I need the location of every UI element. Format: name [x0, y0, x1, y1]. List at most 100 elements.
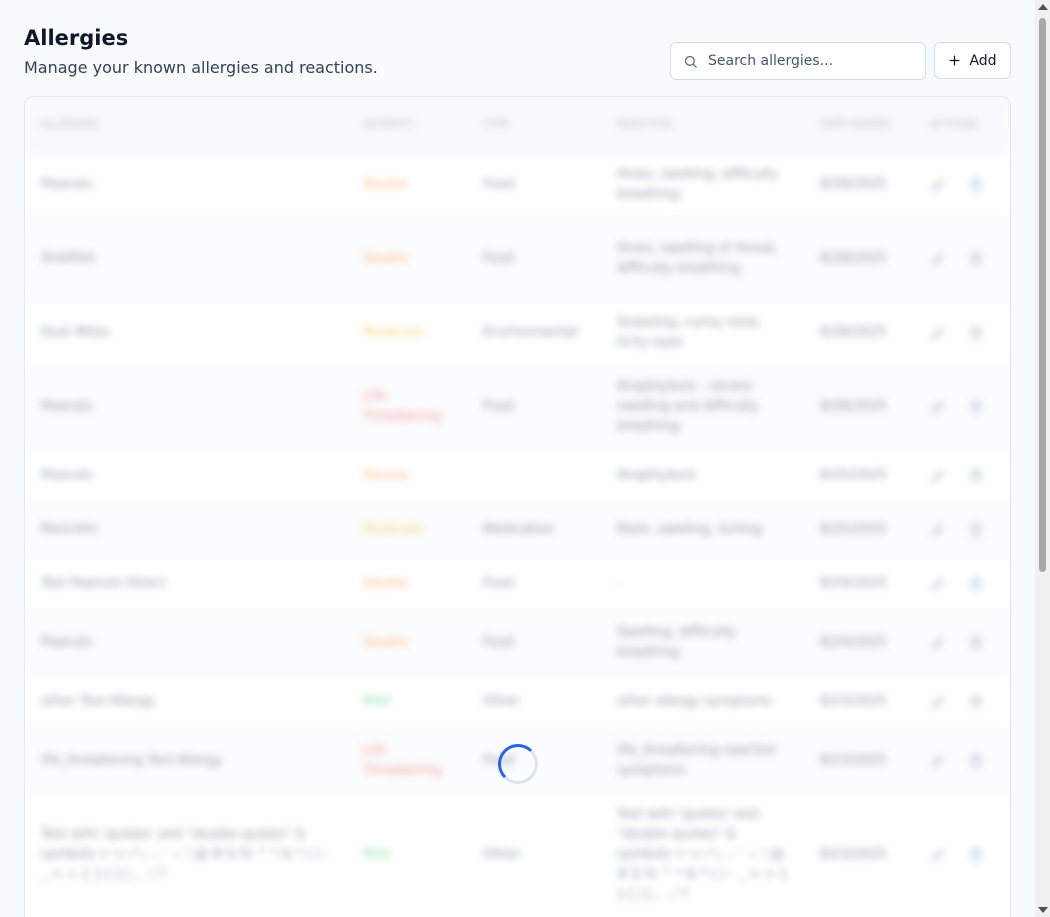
- severity-cell: Severe: [363, 635, 408, 650]
- edit-pencil-icon[interactable]: [930, 399, 946, 415]
- column-header-reaction: Reaction: [601, 97, 804, 153]
- actions-cell: [914, 793, 1010, 917]
- edit-pencil-icon[interactable]: [930, 576, 946, 592]
- page-subtitle: Manage your known allergies and reaction…: [24, 58, 378, 77]
- table-loading-overlay: Allergen Severity Type Reaction Date Add…: [25, 97, 1010, 917]
- type-cell: Other: [483, 847, 520, 863]
- date-added-cell: 8/24/2025: [820, 635, 887, 650]
- edit-pencil-icon[interactable]: [930, 753, 946, 769]
- edit-pencil-icon[interactable]: [930, 251, 946, 267]
- type-cell: Food: [483, 251, 515, 266]
- allergen-cell: life_threatening Test Allergy: [41, 753, 223, 768]
- edit-pencil-icon[interactable]: [930, 177, 946, 193]
- loading-spinner: [498, 744, 538, 784]
- edit-pencil-icon[interactable]: [930, 468, 946, 484]
- date-added-cell: 8/25/2025: [820, 522, 887, 537]
- table-row: Peanuts Severe Food Hives, swelling, diffic…: [25, 153, 1010, 217]
- table-row: Dust Mites Moderate Environmental Sneezing,…: [25, 301, 1010, 365]
- delete-trash-icon[interactable]: [968, 694, 984, 710]
- column-header-actions: Actions: [914, 97, 1010, 153]
- delete-trash-icon[interactable]: [968, 635, 984, 651]
- table-row: Penicillin Moderate Medication Rash, swelli…: [25, 503, 1010, 557]
- date-added-cell: 8/28/2025: [820, 399, 887, 414]
- delete-trash-icon[interactable]: [968, 847, 984, 863]
- type-cell: Environmental: [483, 325, 578, 340]
- allergen-cell: Test Peanuts Direct: [41, 576, 166, 591]
- allergen-cell: Peanuts: [41, 177, 93, 192]
- search-box[interactable]: [670, 42, 926, 80]
- table-row: Shellfish Severe Food Hives, swelling of th…: [25, 217, 1010, 301]
- column-header-allergen[interactable]: Allergen: [25, 97, 347, 153]
- reaction-cell: Swelling, difficulty breathing: [617, 625, 736, 660]
- allergen-cell: Penicillin: [41, 522, 99, 537]
- type-cell: Other: [483, 694, 520, 709]
- plus-icon: [949, 55, 960, 66]
- actions-cell: [914, 729, 1010, 793]
- date-added-cell: 8/23/2025: [820, 753, 887, 768]
- edit-pencil-icon[interactable]: [930, 847, 946, 863]
- allergen-cell: Shellfish: [41, 251, 96, 266]
- delete-trash-icon[interactable]: [968, 251, 984, 267]
- delete-trash-icon[interactable]: [968, 576, 984, 592]
- edit-pencil-icon[interactable]: [930, 325, 946, 341]
- table-row: Peanuts Severe Anaphylaxis 8/25/2025: [25, 449, 1010, 503]
- page-scrollbar[interactable]: [1035, 0, 1050, 917]
- reaction-cell: -: [617, 576, 622, 591]
- severity-cell: Mild: [363, 694, 390, 709]
- delete-trash-icon[interactable]: [968, 522, 984, 538]
- allergen-cell: other Test Allergy: [41, 694, 155, 709]
- table-row: Peanuts Life Threatening Food Anaphylaxis -…: [25, 365, 1010, 449]
- delete-trash-icon[interactable]: [968, 177, 984, 193]
- table-row: Test Peanuts Direct Severe Food - 8/24/2025: [25, 557, 1010, 611]
- severity-cell: Severe: [363, 576, 408, 591]
- severity-cell: Moderate: [363, 522, 425, 537]
- type-cell: Medication: [483, 522, 555, 537]
- actions-cell: [914, 217, 1010, 301]
- add-button-label: Add: [969, 52, 997, 69]
- type-cell: Food: [483, 399, 515, 414]
- actions-cell: [914, 503, 1010, 557]
- delete-trash-icon[interactable]: [968, 468, 984, 484]
- actions-cell: [914, 675, 1010, 729]
- edit-pencil-icon[interactable]: [930, 522, 946, 538]
- scroll-down-arrow-icon[interactable]: [1038, 907, 1048, 913]
- severity-cell: Life Threatening: [363, 743, 442, 778]
- scroll-up-arrow-icon[interactable]: [1038, 4, 1048, 10]
- date-added-cell: 8/23/2025: [820, 694, 887, 709]
- allergies-table-card: Allergen Severity Type Reaction Date Add…: [24, 96, 1011, 917]
- delete-trash-icon[interactable]: [968, 325, 984, 341]
- reaction-cell: Test with 'quotes' and "double quotes" &…: [617, 807, 788, 903]
- edit-pencil-icon[interactable]: [930, 635, 946, 651]
- type-cell: Food: [483, 635, 515, 650]
- allergen-cell: Test with 'quotes' and "double quotes" &…: [41, 827, 330, 883]
- severity-cell: Severe: [363, 468, 408, 483]
- column-header-severity[interactable]: Severity: [347, 97, 467, 153]
- severity-cell: Severe: [363, 177, 408, 192]
- severity-cell: Mild: [363, 847, 390, 863]
- search-input[interactable]: [708, 53, 908, 69]
- actions-cell: [914, 153, 1010, 217]
- severity-cell: Severe: [363, 251, 408, 266]
- edit-pencil-icon[interactable]: [930, 694, 946, 710]
- column-header-date-added[interactable]: Date Added: [804, 97, 914, 153]
- table-row: Peanuts Severe Food Swelling, difficulty br…: [25, 611, 1010, 675]
- date-added-cell: 8/25/2025: [820, 468, 887, 483]
- actions-cell: [914, 449, 1010, 503]
- allergen-cell: Peanuts: [41, 399, 93, 414]
- actions-cell: [914, 301, 1010, 365]
- scroll-thumb[interactable]: [1039, 18, 1046, 572]
- search-icon: [684, 55, 697, 68]
- date-added-cell: 8/28/2025: [820, 325, 887, 340]
- reaction-cell: Rash, swelling, itching: [617, 522, 763, 537]
- column-header-type[interactable]: Type: [467, 97, 601, 153]
- severity-cell: Life Threatening: [363, 389, 442, 424]
- reaction-cell: Hives, swelling of throat, difficulty br…: [617, 241, 779, 276]
- delete-trash-icon[interactable]: [968, 399, 984, 415]
- date-added-cell: 8/24/2025: [820, 576, 887, 591]
- date-added-cell: 8/28/2025: [820, 251, 887, 266]
- type-cell: [467, 449, 601, 503]
- page-header: Allergies Manage your known allergies an…: [24, 0, 1011, 96]
- reaction-cell: other allergy symptoms: [617, 694, 773, 709]
- add-allergy-button[interactable]: Add: [934, 42, 1011, 79]
- delete-trash-icon[interactable]: [968, 753, 984, 769]
